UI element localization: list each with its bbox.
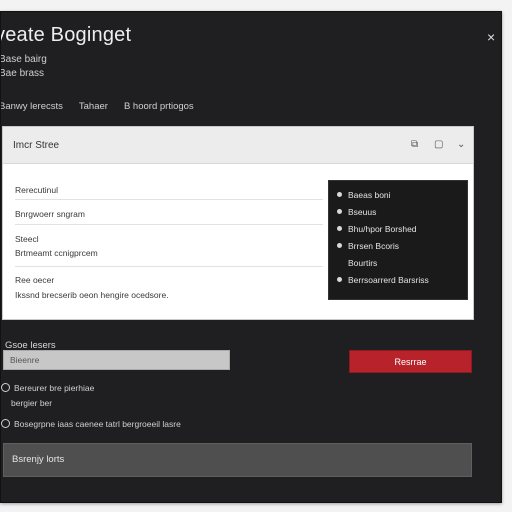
dialog-title: veate Boginget [0,24,132,46]
panel-header: Imcr Stree ⧉ ▢ ⌄ [3,127,473,164]
list-item[interactable]: Brtmeamt ccnigprcem [15,248,98,258]
divider [15,199,323,200]
menu-item[interactable]: Baeas boni [337,190,391,200]
dialog-window: veate Boginget × Base bairg Bae brass Ba… [0,11,502,503]
chevron-down-icon[interactable]: ⌄ [457,139,465,150]
menu-item[interactable]: Berrsoarrerd Barsriss [337,275,429,285]
dialog-subtitle-secondary: Bae brass [0,68,45,79]
list-item[interactable]: Bnrgwoerr sngram [15,209,85,219]
dialog-subtitle: Base bairg [0,54,47,65]
radio-option[interactable]: Bereurer bre pierhiae [1,383,94,393]
bullet-icon [337,209,342,214]
radio-icon[interactable] [1,383,10,392]
list-item[interactable]: Rerecutinul [15,185,58,195]
bullet-icon [337,277,342,282]
content-panel: Imcr Stree ⧉ ▢ ⌄ Rerecutinul Bnrgwoerr s… [2,126,474,320]
list-item[interactable]: Steecl [15,234,39,244]
menu-item[interactable]: Brrsen Bcoris [337,241,399,251]
radio-icon[interactable] [1,419,10,428]
bullet-icon [337,226,342,231]
divider [15,266,323,267]
panel-title: Imcr Stree [13,140,60,151]
copy-icon[interactable]: ⧉ [411,139,418,150]
tab-tahaer[interactable]: Tahaer [79,101,108,112]
radio-option[interactable]: Bosegrpne iaas caenee tatrl bergroeeil l… [1,419,181,429]
divider [15,224,323,225]
list-item[interactable]: Ree oecer [15,275,54,285]
footer-label: Bsrenjy lorts [12,454,65,465]
bullet-icon [337,192,342,197]
menu-item[interactable]: Bhu/hpor Borshed [337,224,417,234]
footer-bar[interactable]: Bsrenjy lorts [3,443,472,477]
dropdown-menu: Baeas boni Bseuus Bhu/hpor Borshed Brrse… [328,180,468,300]
bullet-icon [337,243,342,248]
option-caption: bergier ber [11,398,53,408]
primary-button[interactable]: Resrrae [349,350,472,373]
list-item-description: Ikssnd brecserib oeon hengire ocedsore. [15,290,169,300]
menu-item[interactable]: Bourtirs [348,258,377,268]
tab-bar: Banwy lerecsts Tahaer B hoord prtiogos [1,101,194,112]
square-icon[interactable]: ▢ [434,139,443,150]
tab-hoord[interactable]: B hoord prtiogos [124,101,194,112]
tab-banwy[interactable]: Banwy lerecsts [1,101,63,112]
close-icon[interactable]: × [487,30,495,44]
text-input[interactable] [3,350,230,370]
menu-item[interactable]: Bseuus [337,207,376,217]
